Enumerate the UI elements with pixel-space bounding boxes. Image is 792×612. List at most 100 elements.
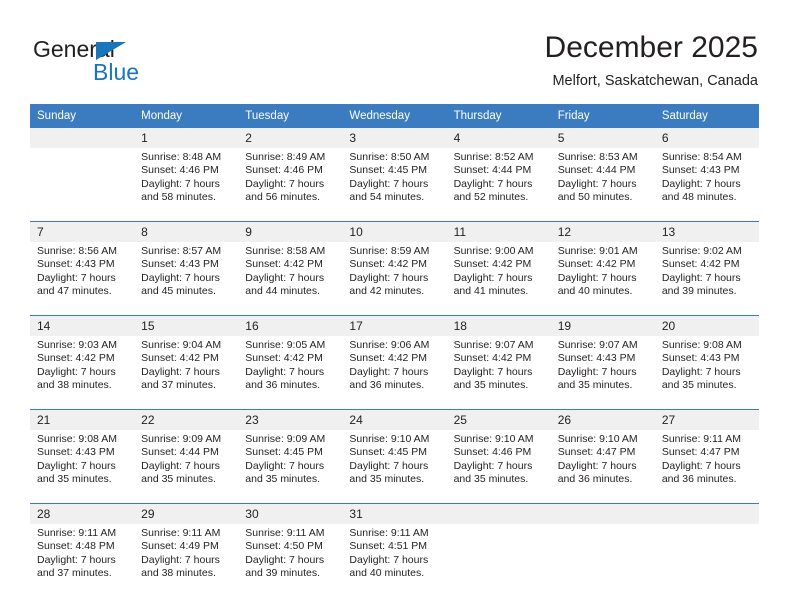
day-cell-1[interactable]: Sunrise: 8:48 AM Sunset: 4:46 PM Daylight:… — [134, 148, 239, 221]
day-cell-19[interactable]: Sunrise: 9:07 AM Sunset: 4:43 PM Daylight:… — [550, 336, 655, 409]
day-sunrise-text: Sunrise: 9:11 AM — [661, 433, 742, 445]
day-number-18[interactable]: 18 — [446, 316, 551, 336]
day-cell-16[interactable]: Sunrise: 9:05 AM Sunset: 4:42 PM Daylight:… — [238, 336, 343, 409]
day-daylight-text: Daylight: 7 hours — [661, 177, 741, 190]
day-cell-5[interactable]: Sunrise: 8:53 AM Sunset: 4:44 PM Daylight:… — [550, 148, 655, 221]
day-cell-9[interactable]: Sunrise: 8:58 AM Sunset: 4:42 PM Daylight:… — [238, 242, 343, 315]
day-number-12[interactable]: 12 — [550, 222, 655, 242]
day-daylight-text: Daylight: 7 hours — [557, 177, 637, 190]
day-number-8[interactable]: 8 — [134, 222, 239, 242]
day-sunrise-text: Sunrise: 9:11 AM — [349, 527, 429, 539]
day-sunset-text: Sunset: 4:45 PM — [349, 164, 428, 177]
day-daylight-text: Daylight: 7 hours — [245, 553, 325, 566]
day-number-21[interactable]: 21 — [30, 410, 135, 430]
day-number-19[interactable]: 19 — [550, 316, 655, 336]
day-daylight-text: and 39 minutes. — [245, 567, 320, 580]
day-number-empty — [30, 128, 135, 148]
day-number-26[interactable]: 26 — [550, 410, 655, 430]
day-number-9[interactable]: 9 — [238, 222, 343, 242]
day-cell-15[interactable]: Sunrise: 9:04 AM Sunset: 4:42 PM Daylight:… — [134, 336, 239, 409]
day-cell-13[interactable]: Sunrise: 9:02 AM Sunset: 4:42 PM Daylight:… — [654, 242, 759, 315]
day-daylight-text: and 42 minutes. — [349, 285, 425, 298]
day-cell-22[interactable]: Sunrise: 9:09 AM Sunset: 4:44 PM Daylight:… — [134, 430, 239, 503]
day-number-empty — [446, 504, 551, 524]
day-sunset-text: Sunset: 4:42 PM — [37, 352, 115, 365]
day-sunset-text: Sunset: 4:46 PM — [245, 164, 323, 177]
day-number-28[interactable]: 28 — [30, 504, 135, 524]
day-cell-24[interactable]: Sunrise: 9:10 AM Sunset: 4:45 PM Daylight:… — [342, 430, 447, 503]
day-number-20[interactable]: 20 — [654, 316, 759, 336]
day-daylight-text: Daylight: 7 hours — [557, 459, 637, 472]
day-cell-26[interactable]: Sunrise: 9:10 AM Sunset: 4:47 PM Daylight:… — [550, 430, 655, 503]
day-number-17[interactable]: 17 — [342, 316, 447, 336]
day-cell-2[interactable]: Sunrise: 8:49 AM Sunset: 4:46 PM Daylight:… — [238, 148, 343, 221]
day-cell-23[interactable]: Sunrise: 9:09 AM Sunset: 4:45 PM Daylight:… — [238, 430, 343, 503]
day-number-6[interactable]: 6 — [654, 128, 759, 148]
day-number-5[interactable]: 5 — [550, 128, 655, 148]
day-daylight-text: Daylight: 7 hours — [37, 553, 116, 566]
week-detail-row: Sunrise: 8:48 AM Sunset: 4:46 PM Daylight:… — [30, 148, 759, 221]
day-number-30[interactable]: 30 — [238, 504, 343, 524]
day-number-25[interactable]: 25 — [446, 410, 551, 430]
day-daylight-text: and 36 minutes. — [349, 379, 425, 392]
day-cell-10[interactable]: Sunrise: 8:59 AM Sunset: 4:42 PM Daylight:… — [342, 242, 447, 315]
day-sunset-text: Sunset: 4:42 PM — [661, 258, 740, 271]
weekday-header-friday: Friday — [550, 104, 655, 128]
day-cell-18[interactable]: Sunrise: 9:07 AM Sunset: 4:42 PM Daylight:… — [446, 336, 551, 409]
day-number-1[interactable]: 1 — [134, 128, 239, 148]
day-number-22[interactable]: 22 — [134, 410, 239, 430]
day-cell-28[interactable]: Sunrise: 9:11 AM Sunset: 4:48 PM Daylight:… — [30, 524, 135, 597]
day-cell-3[interactable]: Sunrise: 8:50 AM Sunset: 4:45 PM Daylight:… — [342, 148, 447, 221]
day-number-2[interactable]: 2 — [238, 128, 343, 148]
day-sunrise-text: Sunrise: 9:11 AM — [141, 527, 221, 539]
day-number-4[interactable]: 4 — [446, 128, 551, 148]
day-daylight-text: Daylight: 7 hours — [141, 459, 220, 472]
day-number-15[interactable]: 15 — [134, 316, 239, 336]
day-cell-17[interactable]: Sunrise: 9:06 AM Sunset: 4:42 PM Daylight:… — [342, 336, 447, 409]
day-cell-25[interactable]: Sunrise: 9:10 AM Sunset: 4:46 PM Daylight:… — [446, 430, 551, 503]
day-sunset-text: Sunset: 4:44 PM — [557, 164, 636, 177]
day-number-3[interactable]: 3 — [342, 128, 447, 148]
day-number-13[interactable]: 13 — [654, 222, 759, 242]
day-cell-21[interactable]: Sunrise: 9:08 AM Sunset: 4:43 PM Daylight:… — [30, 430, 135, 503]
day-cell-30[interactable]: Sunrise: 9:11 AM Sunset: 4:50 PM Daylight:… — [238, 524, 343, 597]
day-number-10[interactable]: 10 — [342, 222, 447, 242]
day-sunset-text: Sunset: 4:47 PM — [661, 446, 740, 459]
day-number-29[interactable]: 29 — [134, 504, 239, 524]
day-number-7[interactable]: 7 — [30, 222, 135, 242]
day-cell-29[interactable]: Sunrise: 9:11 AM Sunset: 4:49 PM Daylight:… — [134, 524, 239, 597]
day-cell-7[interactable]: Sunrise: 8:56 AM Sunset: 4:43 PM Daylight:… — [30, 242, 135, 315]
day-daylight-text: and 52 minutes. — [453, 191, 529, 204]
weekday-header-wednesday: Wednesday — [342, 104, 447, 128]
day-cell-8[interactable]: Sunrise: 8:57 AM Sunset: 4:43 PM Daylight:… — [134, 242, 239, 315]
day-daylight-text: Daylight: 7 hours — [557, 271, 637, 284]
day-daylight-text: Daylight: 7 hours — [661, 365, 741, 378]
day-cell-12[interactable]: Sunrise: 9:01 AM Sunset: 4:42 PM Daylight:… — [550, 242, 655, 315]
day-sunset-text: Sunset: 4:42 PM — [453, 258, 532, 271]
day-daylight-text: and 37 minutes. — [141, 379, 216, 392]
page-title: December 2025 — [544, 31, 758, 64]
day-number-16[interactable]: 16 — [238, 316, 343, 336]
calendar-container: Sunday Monday Tuesday Wednesday Thursday Frid… — [30, 104, 759, 597]
day-number-14[interactable]: 14 — [30, 316, 135, 336]
day-daylight-text: and 36 minutes. — [245, 379, 320, 392]
day-number-empty — [550, 504, 655, 524]
day-sunrise-text: Sunrise: 9:07 AM — [557, 339, 638, 351]
day-daylight-text: Daylight: 7 hours — [349, 177, 429, 190]
day-number-23[interactable]: 23 — [238, 410, 343, 430]
day-sunrise-text: Sunrise: 8:53 AM — [557, 151, 638, 163]
day-cell-6[interactable]: Sunrise: 8:54 AM Sunset: 4:43 PM Daylight:… — [654, 148, 759, 221]
day-cell-20[interactable]: Sunrise: 9:08 AM Sunset: 4:43 PM Daylight:… — [654, 336, 759, 409]
day-number-11[interactable]: 11 — [446, 222, 551, 242]
week-daynumber-row: 14 15 16 17 18 19 20 — [30, 316, 759, 336]
day-cell-11[interactable]: Sunrise: 9:00 AM Sunset: 4:42 PM Daylight:… — [446, 242, 551, 315]
day-number-31[interactable]: 31 — [342, 504, 447, 524]
logo-triangle-icon — [96, 42, 126, 60]
day-cell-31[interactable]: Sunrise: 9:11 AM Sunset: 4:51 PM Daylight:… — [342, 524, 447, 597]
day-cell-27[interactable]: Sunrise: 9:11 AM Sunset: 4:47 PM Daylight:… — [654, 430, 759, 503]
day-cell-4[interactable]: Sunrise: 8:52 AM Sunset: 4:44 PM Daylight:… — [446, 148, 551, 221]
generalblue-logo[interactable]: General Blue — [33, 36, 233, 86]
day-cell-14[interactable]: Sunrise: 9:03 AM Sunset: 4:42 PM Daylight:… — [30, 336, 135, 409]
day-number-24[interactable]: 24 — [342, 410, 447, 430]
day-number-27[interactable]: 27 — [654, 410, 759, 430]
